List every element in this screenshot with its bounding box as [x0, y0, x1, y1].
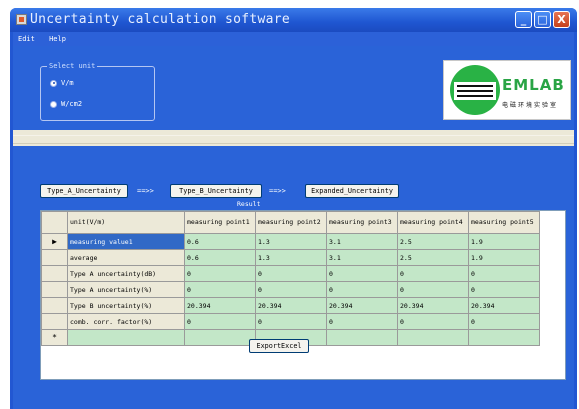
- app-icon: [16, 14, 27, 25]
- current-row-arrow-icon[interactable]: ▶: [41, 233, 68, 250]
- value-cell[interactable]: 3.1: [326, 233, 398, 250]
- value-cell[interactable]: 0: [326, 265, 398, 282]
- value-cell[interactable]: 20.394: [397, 297, 469, 314]
- value-cell[interactable]: 2.5: [397, 233, 469, 250]
- emlab-logo: EMLAB 电磁环境实验室: [443, 60, 571, 120]
- radio-checked-icon[interactable]: [50, 79, 57, 87]
- app-window: Uncertainty calculation software _ □ X E…: [10, 8, 577, 409]
- value-cell[interactable]: 0: [326, 281, 398, 298]
- arrow-right-icon: ==>>: [269, 187, 286, 195]
- row-header[interactable]: [41, 265, 68, 282]
- row-header[interactable]: [41, 249, 68, 266]
- value-cell[interactable]: 0: [468, 281, 540, 298]
- value-cell[interactable]: 0.6: [184, 233, 256, 250]
- type-b-button[interactable]: Type_B_Uncertainty: [170, 184, 262, 198]
- value-cell[interactable]: 0: [397, 313, 469, 330]
- unit-panel: Select unit V/m W/cm2 EMLAB 电磁环境实验室: [13, 46, 574, 130]
- row-name-cell[interactable]: measuring value1: [67, 233, 185, 250]
- logo-subtitle: 电磁环境实验室: [502, 102, 559, 109]
- unit-option-label: W/cm2: [61, 100, 83, 108]
- unit-option-wcm2[interactable]: W/cm2: [50, 100, 82, 108]
- table-row[interactable]: Type B uncertainty(%) 20.394 20.394 20.394 2…: [41, 297, 540, 314]
- value-cell[interactable]: 1.9: [468, 233, 540, 250]
- row-header[interactable]: [41, 281, 68, 298]
- value-cell[interactable]: 0: [326, 313, 398, 330]
- menu-help[interactable]: Help: [44, 32, 71, 46]
- row-name-cell[interactable]: average: [67, 249, 185, 266]
- client-area: Select unit V/m W/cm2 EMLAB 电磁环境实验室 Type…: [13, 46, 574, 409]
- column-header[interactable]: measuring point3: [326, 211, 398, 234]
- row-name-cell[interactable]: Type A uncertainty(dB): [67, 265, 185, 282]
- value-cell[interactable]: 20.394: [255, 297, 327, 314]
- unit-option-vm[interactable]: V/m: [50, 79, 74, 87]
- result-table: unit(V/m) measuring point1 measuring poi…: [41, 211, 540, 346]
- value-cell[interactable]: 1.9: [468, 249, 540, 266]
- value-cell[interactable]: 0: [184, 281, 256, 298]
- value-cell[interactable]: 0: [468, 265, 540, 282]
- table-row[interactable]: comb. corr. factor(%) 0 0 0 0 0: [41, 313, 540, 330]
- result-grid[interactable]: unit(V/m) measuring point1 measuring poi…: [40, 210, 566, 380]
- value-cell[interactable]: 0: [255, 313, 327, 330]
- empty-cell[interactable]: [326, 329, 398, 346]
- table-row[interactable]: average 0.6 1.3 3.1 2.5 1.9: [41, 249, 540, 266]
- value-cell[interactable]: 3.1: [326, 249, 398, 266]
- value-cell[interactable]: 0: [255, 281, 327, 298]
- value-cell[interactable]: 20.394: [468, 297, 540, 314]
- value-cell[interactable]: 0.6: [184, 249, 256, 266]
- radio-unchecked-icon[interactable]: [50, 100, 57, 108]
- value-cell[interactable]: 0: [255, 265, 327, 282]
- menu-edit[interactable]: Edit: [13, 32, 40, 46]
- value-cell[interactable]: 20.394: [326, 297, 398, 314]
- unit-legend: Select unit: [47, 62, 98, 70]
- unit-groupbox: Select unit V/m W/cm2: [40, 62, 155, 121]
- value-cell[interactable]: 0: [468, 313, 540, 330]
- column-header[interactable]: measuring point2: [255, 211, 327, 234]
- title-bar[interactable]: Uncertainty calculation software _ □ X: [10, 8, 577, 32]
- table-row[interactable]: Type A uncertainty(dB) 0 0 0 0 0: [41, 265, 540, 282]
- result-panel: Type_A_Uncertainty ==>> Type_B_Uncertain…: [13, 146, 574, 409]
- value-cell[interactable]: 0: [184, 265, 256, 282]
- column-header[interactable]: measuring point4: [397, 211, 469, 234]
- corner-header: [41, 211, 68, 234]
- minimize-button[interactable]: _: [515, 11, 532, 28]
- row-name-cell[interactable]: Type A uncertainty(%): [67, 281, 185, 298]
- logo-e-icon: [454, 82, 496, 100]
- row-header[interactable]: [41, 313, 68, 330]
- expanded-button[interactable]: Expanded_Uncertainty: [305, 184, 399, 198]
- table-row[interactable]: Type A uncertainty(%) 0 0 0 0 0: [41, 281, 540, 298]
- empty-cell[interactable]: [397, 329, 469, 346]
- arrow-right-icon: ==>>: [137, 187, 154, 195]
- value-cell[interactable]: 1.3: [255, 249, 327, 266]
- row-name-cell[interactable]: Type B uncertainty(%): [67, 297, 185, 314]
- logo-circle-icon: [450, 65, 500, 115]
- row-header[interactable]: [41, 297, 68, 314]
- table-row[interactable]: ▶ measuring value1 0.6 1.3 3.1 2.5 1.9: [41, 233, 540, 250]
- column-header[interactable]: measuring point1: [184, 211, 256, 234]
- value-cell[interactable]: 2.5: [397, 249, 469, 266]
- table-header-row: unit(V/m) measuring point1 measuring poi…: [41, 211, 540, 234]
- unit-option-label: V/m: [61, 79, 74, 87]
- column-header[interactable]: unit(V/m): [67, 211, 185, 234]
- value-cell[interactable]: 0: [397, 281, 469, 298]
- logo-text: EMLAB: [502, 76, 565, 94]
- close-button[interactable]: X: [553, 11, 570, 28]
- value-cell[interactable]: 1.3: [255, 233, 327, 250]
- result-label: Result: [237, 200, 261, 208]
- empty-cell[interactable]: [468, 329, 540, 346]
- value-cell[interactable]: 0: [184, 313, 256, 330]
- export-excel-button[interactable]: ExportExcel: [249, 339, 309, 353]
- column-header[interactable]: measuring point5: [468, 211, 540, 234]
- divider: [13, 135, 574, 144]
- row-name-cell[interactable]: comb. corr. factor(%): [67, 313, 185, 330]
- window-title: Uncertainty calculation software: [30, 12, 291, 27]
- menu-bar: Edit Help: [13, 32, 574, 46]
- empty-cell[interactable]: [67, 329, 185, 346]
- empty-cell[interactable]: [184, 329, 256, 346]
- new-row-star-icon[interactable]: *: [41, 329, 68, 346]
- value-cell[interactable]: 20.394: [184, 297, 256, 314]
- value-cell[interactable]: 0: [397, 265, 469, 282]
- maximize-button[interactable]: □: [534, 11, 551, 28]
- type-a-button[interactable]: Type_A_Uncertainty: [40, 184, 128, 198]
